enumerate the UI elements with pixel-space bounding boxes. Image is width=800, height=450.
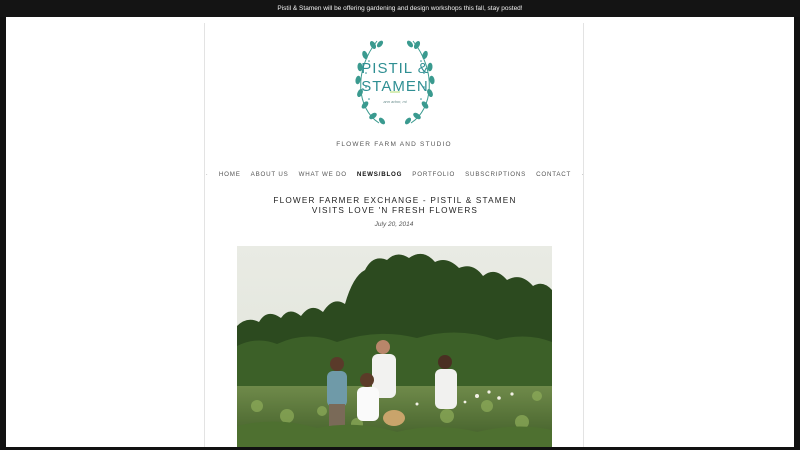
garden-photo-image [237, 246, 552, 450]
nav-item-contact[interactable]: CONTACT [536, 171, 571, 178]
nav-item-what-we-do[interactable]: WHAT WE DO [299, 171, 347, 178]
post-title-line2: VISITS LOVE 'N FRESH FLOWERS [311, 206, 479, 215]
main-nav: · HOME ABOUT US WHAT WE DO NEWS/BLOG POR… [205, 167, 583, 181]
nav-item-about-us[interactable]: ABOUT US [251, 171, 289, 178]
post-title-line1: FLOWER FARMER EXCHANGE - PISTIL & STAMEN [273, 196, 517, 205]
nav-left-divider: · [205, 169, 209, 179]
window-frame-right [794, 0, 800, 450]
nav-right-divider: · [581, 169, 585, 179]
site-tagline: FLOWER FARM AND STUDIO [336, 141, 452, 148]
nav-item-portfolio[interactable]: PORTFOLIO [412, 171, 455, 178]
announcement-text: Pistil & Stamen will be offering gardeni… [277, 5, 523, 12]
nav-item-subscriptions[interactable]: SUBSCRIPTIONS [465, 171, 526, 178]
post-date: July 20, 2014 [374, 221, 414, 228]
post-photo [237, 246, 552, 450]
nav-item-news-blog[interactable]: NEWS/BLOG [357, 171, 402, 178]
logo-text-line1: PISTIL & [361, 60, 429, 77]
logo-text-line2: STAMEN [361, 78, 429, 95]
post-title[interactable]: FLOWER FARMER EXCHANGE - PISTIL & STAMEN… [225, 196, 565, 216]
nav-item-home[interactable]: HOME [219, 171, 241, 178]
window-frame-left [0, 0, 6, 450]
page-container: PISTIL & STAMEN ann arbor, mi FLOWER FAR… [204, 23, 584, 450]
site-logo[interactable]: PISTIL & STAMEN ann arbor, mi [345, 31, 445, 131]
logo-subtitle: ann arbor, mi [383, 99, 407, 104]
announcement-bar: Pistil & Stamen will be offering gardeni… [0, 0, 800, 17]
